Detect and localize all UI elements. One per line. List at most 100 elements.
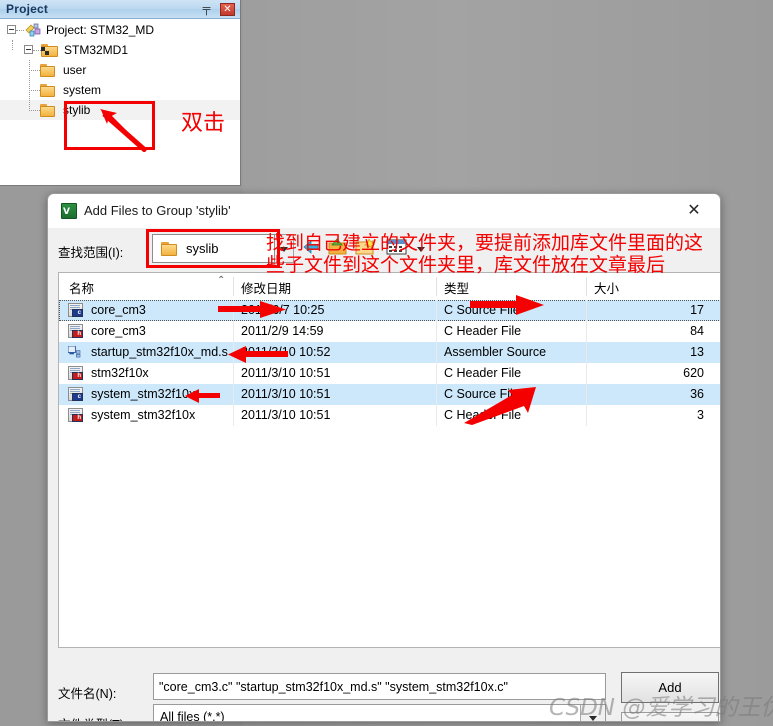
dialog-body: 查找范围(I): syslib 名称 ⌃ 修改日期 类型 大小 c core_c…: [48, 228, 720, 722]
tree-item-label: system: [63, 83, 102, 97]
file-list[interactable]: 名称 ⌃ 修改日期 类型 大小 c core_cm3 2010/6/7 10:2…: [58, 272, 720, 648]
up-one-level-icon[interactable]: [327, 237, 351, 259]
file-date: 2011/3/10 10:51: [241, 408, 331, 422]
file-name: core_cm3: [91, 303, 146, 317]
tree-item-label: user: [63, 63, 87, 77]
tree-item-label: stylib: [63, 103, 91, 117]
project-panel-title: Project: [6, 2, 49, 16]
close-icon[interactable]: ✕: [220, 3, 235, 16]
tree-item-label: STM32MD1: [64, 43, 129, 57]
file-size: 3: [697, 408, 704, 422]
assembler-source-file-icon: [68, 345, 84, 360]
project-tree[interactable]: Project: STM32_MD STM32MD1 user system s…: [0, 20, 240, 185]
column-header-type[interactable]: 类型: [444, 278, 469, 297]
file-type: C Header File: [444, 408, 522, 422]
c-source-file-icon: c: [68, 303, 84, 318]
column-divider[interactable]: [586, 277, 587, 296]
file-size: 620: [683, 366, 704, 380]
tree-expander-target[interactable]: [24, 45, 33, 54]
view-options-chevron-icon[interactable]: [414, 237, 428, 259]
dialog-titlebar: V Add Files to Group 'stylib' ✕: [48, 194, 720, 228]
close-icon[interactable]: ✕: [674, 198, 714, 224]
file-date: 2011/3/10 10:51: [241, 366, 331, 380]
file-name-input[interactable]: [153, 673, 606, 700]
file-date: 2011/3/10 10:52: [241, 345, 331, 359]
tree-connector: [33, 50, 41, 51]
file-type-select[interactable]: All files (*.*): [153, 704, 606, 722]
file-type-dropdown-button[interactable]: [580, 705, 605, 721]
chevron-down-icon: [589, 715, 597, 721]
tree-item-target[interactable]: STM32MD1: [0, 40, 240, 60]
c-source-file-icon: c: [68, 387, 84, 402]
project-icon: [25, 23, 42, 38]
folder-icon: [40, 104, 56, 117]
new-folder-icon[interactable]: [354, 237, 378, 259]
c-header-file-icon: h: [68, 366, 84, 381]
column-header-size[interactable]: 大小: [594, 278, 619, 297]
tree-item-label: Project: STM32_MD: [46, 23, 155, 37]
column-divider[interactable]: [436, 277, 437, 296]
file-list-rows: c core_cm3 2010/6/7 10:25 C Source File …: [59, 300, 720, 426]
folder-icon: [40, 84, 56, 97]
file-size: 84: [690, 324, 704, 338]
column-header-date[interactable]: 修改日期: [241, 278, 291, 297]
svg-text:V: V: [63, 207, 70, 217]
folder-icon: [40, 64, 56, 77]
file-type: C Header File: [444, 324, 522, 338]
c-header-file-icon: h: [68, 324, 84, 339]
folder-icon: [161, 242, 178, 256]
view-options-icon[interactable]: [385, 237, 415, 259]
column-header-name[interactable]: 名称: [69, 278, 94, 297]
file-type-label: 文件类型(T):: [58, 714, 127, 721]
file-row-stm32f10x-h[interactable]: h stm32f10x 2011/3/10 10:51 C Header Fil…: [59, 363, 720, 384]
tree-connector: [29, 70, 40, 71]
tree-connector: [29, 90, 40, 91]
chevron-down-icon: [280, 246, 288, 252]
look-in-combobox[interactable]: syslib: [152, 234, 275, 263]
file-row-startup-stm32f10x-md-s[interactable]: startup_stm32f10x_md.s 2011/3/10 10:52 A…: [59, 342, 720, 363]
file-name: stm32f10x: [91, 366, 149, 380]
file-size: 13: [690, 345, 704, 359]
add-files-dialog: V Add Files to Group 'stylib' ✕ 查找范围(I):…: [47, 193, 721, 722]
file-row-system-stm32f10x-c[interactable]: c system_stm32f10x 2011/3/10 10:51 C Sou…: [59, 384, 720, 405]
close-button[interactable]: Close: [621, 712, 719, 721]
file-row-core-cm3-c[interactable]: c core_cm3 2010/6/7 10:25 C Source File …: [59, 300, 720, 321]
file-name: system_stm32f10x: [91, 387, 196, 401]
file-name: startup_stm32f10x_md.s: [91, 345, 228, 359]
tree-item-project[interactable]: Project: STM32_MD: [0, 20, 240, 40]
file-type-value: All files (*.*): [160, 710, 225, 722]
c-header-file-icon: h: [68, 408, 84, 423]
tree-expander-project[interactable]: [7, 25, 16, 34]
file-name: system_stm32f10x: [91, 408, 196, 422]
keil-uvision-icon: V: [61, 203, 77, 219]
file-row-system-stm32f10x-h[interactable]: h system_stm32f10x 2011/3/10 10:51 C Hea…: [59, 405, 720, 426]
annotation-text-double-click: 双击: [181, 111, 226, 136]
target-folder-icon: [41, 44, 59, 57]
tree-item-system[interactable]: system: [0, 80, 240, 101]
pin-icon[interactable]: ╤: [200, 3, 213, 16]
file-type: C Source File: [444, 303, 520, 317]
add-button[interactable]: Add: [621, 672, 719, 703]
file-name-label: 文件名(N):: [58, 687, 117, 701]
tree-connector: [12, 40, 13, 50]
file-date: 2011/3/10 10:51: [241, 387, 331, 401]
tree-connector: [16, 30, 24, 31]
back-navigation-icon[interactable]: [300, 237, 324, 259]
tree-item-user[interactable]: user: [0, 60, 240, 81]
look-in-dropdown-button[interactable]: [275, 234, 294, 263]
column-divider[interactable]: [233, 277, 234, 296]
file-type: C Source File: [444, 387, 520, 401]
file-name: core_cm3: [91, 324, 146, 338]
file-date: 2010/6/7 10:25: [241, 303, 325, 317]
project-panel: Project ╤ ✕ Project: STM32_MD STM32MD1 u…: [0, 0, 241, 186]
sort-ascending-icon: ⌃: [217, 275, 226, 286]
file-date: 2011/2/9 14:59: [241, 324, 324, 338]
file-row-core-cm3-h[interactable]: h core_cm3 2011/2/9 14:59 C Header File …: [59, 321, 720, 342]
look-in-value: syslib: [186, 241, 219, 256]
project-panel-titlebar: Project ╤ ✕: [0, 0, 240, 19]
look-in-label: 查找范围(I):: [58, 246, 124, 260]
tree-connector: [29, 110, 40, 111]
file-type: C Header File: [444, 366, 522, 380]
dialog-title: Add Files to Group 'stylib': [84, 203, 231, 218]
file-size: 36: [690, 387, 704, 401]
